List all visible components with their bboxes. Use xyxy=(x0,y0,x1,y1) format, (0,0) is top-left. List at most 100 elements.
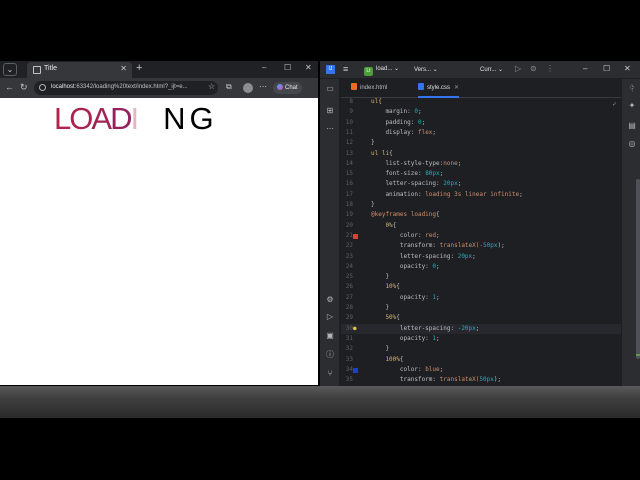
line-number: 29 xyxy=(345,314,353,322)
code-text: letter-spacing: 20px; xyxy=(371,179,461,189)
code-line: 26 10%{ xyxy=(341,282,621,292)
code-line: 19 @keyframes loading{ xyxy=(341,210,621,220)
tab-menu-button[interactable]: ⌄ xyxy=(3,63,17,76)
git-icon[interactable]: ⑂ xyxy=(325,369,335,379)
main-menu-icon[interactable]: ≡ xyxy=(343,64,348,74)
code-text: } xyxy=(371,272,389,282)
info-icon[interactable] xyxy=(39,84,46,91)
ide-window: IJ ≡ Lt load... ⌄ Vers... ⌄ Curr... ⌄ ▷ ⊜… xyxy=(320,61,640,386)
code-token: } xyxy=(371,345,390,353)
lightbulb-icon[interactable]: ● xyxy=(353,325,358,332)
close-tab-icon[interactable]: ✕ xyxy=(454,85,459,91)
maximize-icon[interactable]: ☐ xyxy=(603,64,610,73)
code-token: { xyxy=(396,283,400,291)
maximize-icon[interactable]: ☐ xyxy=(284,63,291,72)
chat-button[interactable]: Chat xyxy=(273,82,302,94)
code-token: { xyxy=(399,355,404,363)
tab-options-icon[interactable]: ⋮ xyxy=(629,85,636,93)
line-number: 21 xyxy=(345,231,353,239)
code-token: ; xyxy=(472,252,476,260)
code-text: padding: 0; xyxy=(371,118,425,128)
more-icon[interactable]: ⋯ xyxy=(259,82,267,91)
line-number: 18 xyxy=(345,201,353,208)
code-text: transform: translateX(-50px); xyxy=(371,241,505,251)
run-tool-icon[interactable]: ▷ xyxy=(325,312,335,322)
loading-letter: G xyxy=(189,101,213,136)
problems-icon[interactable]: ⓘ xyxy=(325,350,335,360)
code-text: 50%{ xyxy=(371,313,399,323)
code-token: translateX( xyxy=(439,376,480,384)
code-line: 25 } xyxy=(341,272,621,282)
extensions-icon[interactable]: ⧉ xyxy=(226,82,232,92)
services-icon[interactable]: ⚙ xyxy=(325,295,335,305)
close-window-icon[interactable]: ✕ xyxy=(624,64,631,73)
code-text: } xyxy=(371,303,389,313)
project-folder-icon[interactable]: ▭ xyxy=(325,84,335,94)
back-icon[interactable]: ← xyxy=(5,82,14,92)
line-number: 34 xyxy=(345,365,353,373)
code-line: 21 color: red; xyxy=(341,231,621,241)
more-actions-icon[interactable]: ⋮ xyxy=(546,64,554,73)
code-token: { xyxy=(389,149,393,157)
browser-tab-title: Title xyxy=(44,65,57,72)
editor-tab[interactable]: style.css ✕ xyxy=(418,79,460,98)
editor-scrollbar[interactable] xyxy=(636,179,640,359)
close-tab-icon[interactable]: ✕ xyxy=(120,64,127,73)
editor-tab[interactable]: index.html xyxy=(351,79,387,98)
code-token: @keyframes loading xyxy=(371,211,437,219)
vcs-selector[interactable]: Vers... ⌄ xyxy=(414,66,438,73)
code-editor[interactable]: 8 ul{9 margin: 0; 10 padding: 0; 11 display… xyxy=(341,97,640,386)
file-type-icon xyxy=(351,83,357,90)
reload-icon[interactable]: ↻ xyxy=(20,82,28,93)
code-line: 8 ul{ xyxy=(341,97,621,107)
code-line: 32 } xyxy=(341,344,621,354)
run-icon[interactable]: ▷ xyxy=(515,64,521,73)
code-token: -20px xyxy=(457,324,476,332)
editor-tab-label: style.css xyxy=(427,85,451,91)
code-token: 0% xyxy=(371,221,393,229)
color-swatch-icon[interactable] xyxy=(353,233,358,239)
project-selector[interactable]: Lt load... ⌄ xyxy=(364,65,399,76)
code-token: ; xyxy=(457,159,462,167)
favorite-star-icon[interactable]: ☆ xyxy=(208,82,215,91)
ai-assistant-icon[interactable]: ✦ xyxy=(627,101,637,111)
code-token: translateX( xyxy=(439,242,480,250)
run-config-selector[interactable]: Curr... ⌄ xyxy=(480,66,503,73)
database-icon[interactable]: ▤ xyxy=(627,121,637,131)
code-token: } xyxy=(371,201,375,208)
code-text: } xyxy=(371,344,389,354)
code-token: } xyxy=(371,304,390,311)
code-text: margin: 0; xyxy=(371,107,421,117)
code-token: ul{ xyxy=(371,98,382,105)
code-token: opacity: xyxy=(371,262,433,270)
line-number: 35 xyxy=(345,376,353,384)
more-tools-icon[interactable]: ⋯ xyxy=(325,124,335,134)
code-text: animation: loading 3s linear infinite; xyxy=(371,190,523,200)
code-token: ; xyxy=(436,262,440,270)
code-text: 100%{ xyxy=(371,355,404,365)
address-bar[interactable]: localhost:63342/loading%20text/index.htm… xyxy=(34,81,218,95)
color-swatch-icon[interactable] xyxy=(353,367,358,373)
close-window-icon[interactable]: ✕ xyxy=(305,63,312,72)
profile-avatar[interactable] xyxy=(243,83,253,93)
browser-window: ⌄ Title ✕ + – ☐ ✕ ← ↻ localhost:63342/lo… xyxy=(0,61,318,385)
debug-icon[interactable]: ⊜ xyxy=(530,64,537,73)
scrollbar-marker xyxy=(636,354,640,356)
code-token: 20px xyxy=(457,252,473,260)
line-number: 30 xyxy=(345,324,353,332)
minimize-icon[interactable]: – xyxy=(583,64,587,73)
code-line: 24 opacity: 0; xyxy=(341,262,621,272)
code-text: list-style-type:none; xyxy=(371,159,461,169)
terminal-icon[interactable]: ▣ xyxy=(325,331,335,341)
new-tab-button[interactable]: + xyxy=(136,62,142,74)
code-token: padding: xyxy=(371,118,418,126)
code-token: color: xyxy=(371,231,426,239)
minimize-icon[interactable]: – xyxy=(262,63,266,72)
copilot-icon[interactable]: ◎ xyxy=(627,139,637,149)
line-number: 12 xyxy=(345,139,353,147)
browser-tab[interactable]: Title ✕ xyxy=(27,62,132,78)
copilot-icon xyxy=(277,84,283,90)
code-token: ; xyxy=(519,190,523,198)
loading-letter: I xyxy=(130,101,139,136)
structure-icon[interactable]: ⊞ xyxy=(325,106,335,116)
